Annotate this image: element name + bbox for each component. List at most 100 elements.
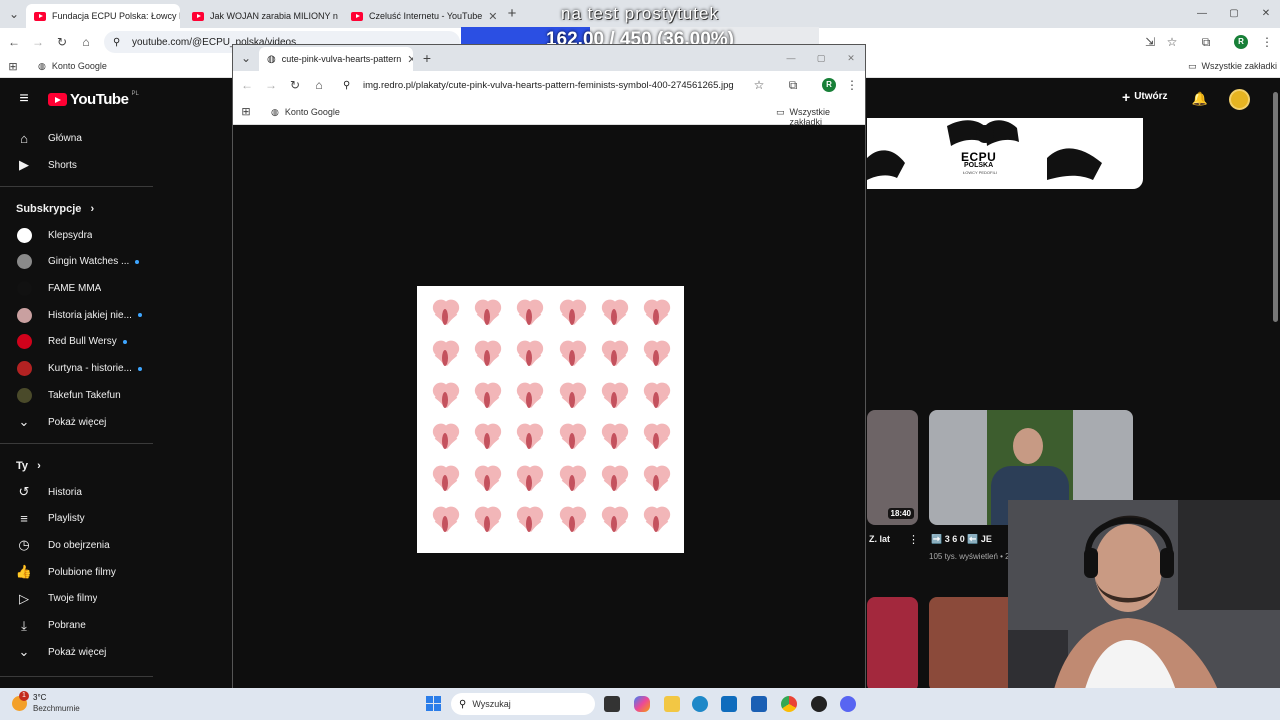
heart-motif [636,421,676,461]
heart-motif [594,462,634,502]
forward-arrow-icon[interactable]: → [261,75,281,95]
notifications-bell-icon[interactable]: 🔔 [1190,89,1210,109]
sidebar-item-home[interactable]: ⌂ Główna [0,125,153,151]
sidebar-item-watch-later[interactable]: ◷ Do obejrzenia [0,532,153,558]
tab-label: Czeluść Internetu - YouTube [369,11,483,21]
close-window-button[interactable]: ✕ [1256,4,1276,24]
bookmark-star-icon[interactable]: ☆ [1162,32,1182,52]
sidebar-subscription-item[interactable]: Historia jakiej nie... [0,302,153,328]
back-arrow-icon[interactable]: ← [4,32,24,52]
chevron-right-icon: › [90,203,95,215]
weather-temp: 3°C [33,693,47,702]
youtube-logo[interactable]: YouTube PL [48,91,139,108]
task-view-icon[interactable] [604,696,620,712]
reload-icon[interactable]: ↻ [52,32,72,52]
sidebar-item-your-videos[interactable]: ▷ Twoje filmy [0,586,153,612]
create-button[interactable]: + Utwórz [1122,90,1168,104]
install-app-icon[interactable]: ⇲ [1140,32,1160,52]
video-thumbnail[interactable]: 18:40 [867,410,918,525]
extensions-icon[interactable]: ⧉ [1196,32,1216,52]
close-tab-icon[interactable]: ✕ [488,10,497,23]
tab-search-icon[interactable]: ⌄ [236,48,256,68]
sidebar-show-more-you[interactable]: ⌄ Pokaż więcej [0,639,153,665]
you-heading[interactable]: Ty › [16,460,41,472]
app-icon[interactable] [811,696,827,712]
sidebar-subscription-item[interactable]: Kurtyna - historie... [0,356,153,382]
chevron-right-icon: › [37,460,41,472]
sidebar-item-download[interactable]: ⤓ Pobrane [0,613,153,639]
sidebar-item-playlist[interactable]: ≡ Playlisty [0,506,153,532]
home-icon[interactable]: ⌂ [309,75,329,95]
apps-grid-icon[interactable]: ⊞ [236,102,256,122]
popup-address-bar[interactable]: ⚲ img.redro.pl/plakaty/cute-pink-vulva-h… [335,74,773,96]
chrome-icon[interactable] [781,696,797,712]
video-title[interactable]: ➡️ 3 6 0 ⬅️ JE [931,534,992,545]
taskbar-search-box[interactable]: ⚲ Wyszukaj [451,693,595,715]
new-tab-button[interactable]: + [502,4,522,24]
weather-widget[interactable]: 1 3°C Bezchmurnie [12,690,80,714]
sidebar-subscription-item[interactable]: Klepsydra [0,222,153,248]
bookmark-konto-google[interactable]: ◍ Konto Google [38,61,107,72]
hamburger-menu-icon[interactable]: ≡ [14,89,34,109]
minimize-button[interactable]: — [1192,4,1212,24]
home-icon[interactable]: ⌂ [76,32,96,52]
account-avatar[interactable] [1229,89,1250,110]
reload-icon[interactable]: ↻ [285,75,305,95]
subscriptions-heading[interactable]: Subskrypcje › [16,203,94,215]
all-bookmarks-button[interactable]: ▭ Wszystkie zakładki [776,107,865,127]
sidebar-subscription-item[interactable]: Red Bull Wersy [0,329,153,355]
copilot-icon[interactable] [634,696,650,712]
sidebar-subscription-item[interactable]: Gingin Watches ... [0,249,153,275]
sidebar-item-history[interactable]: ↺ Historia [0,479,153,505]
outlook-icon[interactable] [721,696,737,712]
tab-label: Jak WOJAN zarabia MILIONY n [210,11,338,21]
maximize-button[interactable]: ▢ [1224,4,1244,24]
site-info-icon[interactable]: ⚲ [343,80,350,91]
video-duration: 18:40 [887,508,914,519]
video-menu-kebab-icon[interactable]: ⋮ [908,533,919,546]
heart-motif [594,379,634,419]
hearts-pattern-image[interactable] [417,286,684,553]
playlist-icon: ≡ [20,511,28,527]
menu-kebab-icon[interactable]: ⋮ [1257,32,1277,52]
close-tab-icon[interactable]: ✕ [407,53,413,66]
forward-arrow-icon[interactable]: → [28,32,48,52]
sidebar-item-shorts[interactable]: ▶ Shorts [0,152,153,178]
profile-avatar[interactable]: R [822,78,836,92]
bookmark-star-icon[interactable]: ☆ [749,75,769,95]
edge-browser-icon[interactable] [692,696,708,712]
file-explorer-icon[interactable] [664,696,680,712]
sidebar-subscription-item[interactable]: FAME MMA [0,275,153,301]
video-title[interactable]: Z. lat [869,534,890,544]
maximize-button[interactable]: ▢ [811,48,831,68]
site-info-icon[interactable]: ⚲ [113,37,120,48]
sidebar-item-like[interactable]: 👍 Polubione filmy [0,559,153,585]
profile-avatar[interactable]: R [1234,35,1248,49]
extensions-icon[interactable]: ⧉ [783,75,803,95]
sidebar-show-more-subscriptions[interactable]: ⌄ Pokaż więcej [0,409,153,435]
menu-kebab-icon[interactable]: ⋮ [842,75,862,95]
minimize-button[interactable]: — [781,48,801,68]
new-tab-button[interactable]: + [417,48,437,68]
close-window-button[interactable]: ✕ [841,48,861,68]
back-arrow-icon[interactable]: ← [237,75,257,95]
heart-motif [636,338,676,378]
tab-fundacja-ecpu[interactable]: Fundacja ECPU Polska: Łowcy P ✕ [26,4,180,28]
sidebar-subscription-item[interactable]: Takefun Takefun [0,382,153,408]
tab-jak-wojan[interactable]: Jak WOJAN zarabia MILIONY n ✕ [184,4,342,28]
all-bookmarks-button[interactable]: ▭ Wszystkie zakładki [1188,61,1277,72]
heart-motif [594,504,634,544]
heart-motif [552,462,592,502]
page-scrollbar[interactable] [1273,92,1278,322]
video-thumbnail[interactable] [867,597,918,692]
sidebar-divider [0,443,153,444]
new-content-dot [137,313,142,318]
popup-tab-image[interactable]: ◍ cute-pink-vulva-hearts-pattern ✕ [259,47,413,71]
tab-czelusc-internetu[interactable]: Czeluść Internetu - YouTube ✕ [343,4,499,28]
start-button[interactable] [426,696,441,711]
discord-icon[interactable] [840,696,856,712]
tab-search-icon[interactable]: ⌄ [4,4,24,24]
apps-grid-icon[interactable]: ⊞ [3,57,23,77]
bookmark-konto-google[interactable]: ◍ Konto Google [271,107,340,118]
store-icon[interactable] [751,696,767,712]
